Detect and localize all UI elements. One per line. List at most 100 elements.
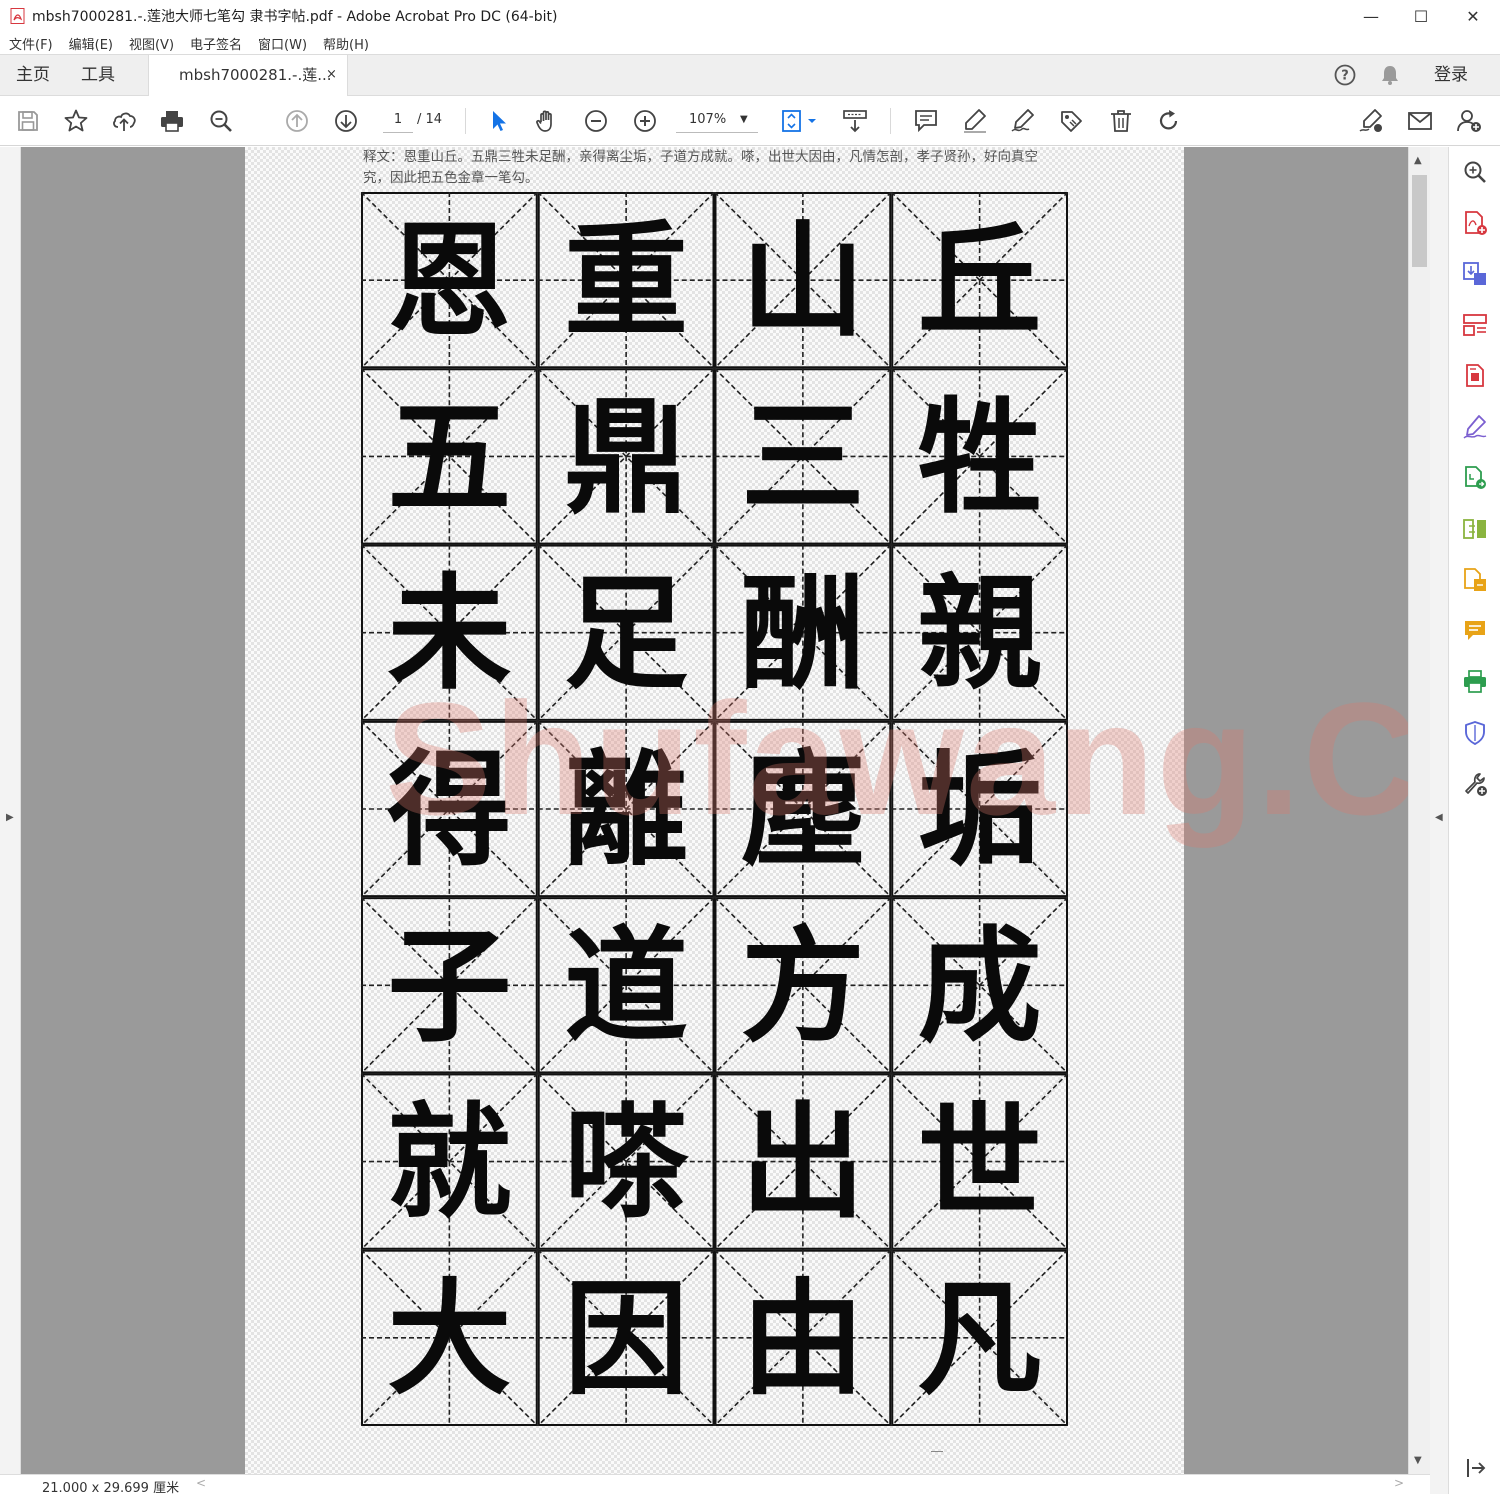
scroll-down-arrow-icon[interactable]: ▼ [1414,1455,1422,1466]
zoom-out-icon[interactable] [583,108,609,134]
grid-cell: 就 [361,1072,539,1251]
highlight-pen-icon[interactable] [962,108,988,134]
comment-tool-icon[interactable] [1462,618,1488,644]
document-viewport[interactable]: 释文：恩重山丘。五鼎三牲未足酬，亲得离尘垢，子道方成就。嗏，出世大因由，凡情怎剖… [21,147,1408,1474]
search-tool-icon[interactable] [1462,159,1488,185]
grid-cell: 子 [361,896,539,1074]
more-tools-icon[interactable] [1462,771,1488,797]
notification-bell-icon[interactable] [1379,64,1401,86]
protect-shield-icon[interactable] [1462,720,1488,746]
grid-character: 嗏 [564,1091,689,1236]
grid-cell: 大 [361,1249,539,1426]
svg-text:?: ? [1341,69,1349,84]
minimize-button[interactable]: — [1346,0,1396,32]
sign-pen-icon[interactable] [1010,108,1036,134]
grid-cell: 丘 [890,192,1068,369]
zoom-dropdown[interactable]: 107% ▼ [676,107,758,133]
fill-sign-icon[interactable] [1358,108,1384,134]
login-button[interactable]: 登录 [1434,55,1468,95]
left-panel-toggle[interactable]: ▶ [0,147,21,1474]
menu-edit[interactable]: 编辑(E) [69,34,113,53]
edit-pdf-icon[interactable] [1462,363,1488,389]
chevron-left-icon: ◀ [1435,812,1443,823]
comment-icon[interactable] [913,108,939,134]
window-title: mbsh7000281.-.莲池大师七笔勾 隶书字帖.pdf - Adobe A… [32,9,558,25]
close-tab-icon[interactable]: × [326,55,337,95]
save-icon[interactable] [15,108,41,134]
pdf-page: 释文：恩重山丘。五鼎三牲未足酬，亲得离尘垢，子道方成就。嗏，出世大因由，凡情怎剖… [245,147,1408,1474]
page-number-input[interactable]: 1 [383,107,413,133]
menu-help[interactable]: 帮助(H) [323,34,369,53]
grid-cell: 方 [713,896,892,1074]
zoom-value: 107% [689,112,727,127]
search-zoom-icon[interactable] [208,108,234,134]
request-signature-icon[interactable] [1462,414,1488,440]
grid-cell: 山 [713,192,892,369]
maximize-button[interactable]: ☐ [1396,0,1446,32]
scroll-left-arrow-icon[interactable]: < [196,1476,206,1490]
menu-window[interactable]: 窗口(W) [258,34,307,53]
menu-view[interactable]: 视图(V) [129,34,174,53]
stamp-tag-icon[interactable] [1058,108,1084,134]
right-panel-collapse[interactable]: ◀ [1430,147,1448,1494]
grid-cell: 道 [537,896,716,1074]
vertical-scrollbar[interactable]: ▲ ▼ [1408,147,1430,1474]
grid-character: 出 [741,1091,865,1236]
scrolling-mode-icon[interactable] [842,108,868,134]
scroll-right-arrow-icon[interactable]: > [1394,1476,1404,1490]
combine-files-icon[interactable] [1462,465,1488,491]
grid-character: 凡 [918,1267,1042,1412]
grid-cell: 牲 [890,367,1068,546]
grid-character: 山 [741,209,865,354]
menu-bar: 文件(F) 编辑(E) 视图(V) 电子签名 窗口(W) 帮助(H) [0,32,1500,54]
add-user-share-icon[interactable] [1456,108,1482,134]
grid-character: 重 [564,209,688,354]
grid-cell: 五 [361,367,539,546]
export-pdf-icon[interactable] [1462,261,1488,287]
page-fit-icon[interactable] [780,108,820,134]
document-tab-label: mbsh7000281.-.莲... [179,66,332,84]
delete-trash-icon[interactable] [1108,108,1134,134]
watermark: Shufawang.CN [385,669,1408,848]
main-toolbar: 1 / 14 107% ▼ [0,96,1500,146]
tab-document[interactable]: mbsh7000281.-.莲... × [148,55,348,96]
grid-character: 由 [741,1267,865,1412]
bookmark-star-icon[interactable] [63,108,89,134]
grid-character: 三 [741,385,865,530]
print-icon[interactable] [159,108,185,134]
email-icon[interactable] [1407,108,1433,134]
close-window-button[interactable]: ✕ [1448,0,1498,32]
menu-e-sign[interactable]: 电子签名 [190,34,242,53]
collapse-panel-icon[interactable] [1462,1455,1488,1481]
print-production-icon[interactable] [1462,669,1488,695]
previous-page-icon[interactable] [284,108,310,134]
grid-cell: 嗏 [537,1072,716,1251]
cloud-upload-icon[interactable] [111,108,137,134]
organize-pages-icon[interactable] [1462,312,1488,338]
tab-home[interactable]: 主页 [16,55,50,95]
tab-bar: 主页 工具 mbsh7000281.-.莲... × ? 登录 [0,54,1500,96]
tab-tools[interactable]: 工具 [81,55,115,95]
grid-character: 成 [918,914,1042,1059]
chevron-down-icon: ▼ [740,114,748,125]
caption-text: 释文：恩重山丘。五鼎三牲未足酬，亲得离尘垢，子道方成就。嗏，出世大因由，凡情怎剖… [363,149,1038,186]
scan-ocr-icon[interactable] [1462,567,1488,593]
next-page-icon[interactable] [333,108,359,134]
grid-character: 世 [918,1091,1042,1236]
grid-cell: 重 [537,192,716,369]
scroll-thumb[interactable] [1412,175,1427,267]
grid-character: 五 [387,385,511,530]
hand-tool-icon[interactable] [534,108,560,134]
scroll-up-arrow-icon[interactable]: ▲ [1414,155,1422,166]
compare-files-icon[interactable] [1462,516,1488,542]
minimize-icon: — [1363,6,1379,26]
create-pdf-icon[interactable] [1462,210,1488,236]
toolbar-divider [465,108,466,134]
zoom-in-icon[interactable] [632,108,658,134]
select-cursor-icon[interactable] [486,108,512,134]
grid-cell: 凡 [890,1249,1068,1426]
menu-file[interactable]: 文件(F) [9,34,53,53]
help-icon[interactable]: ? [1334,64,1356,86]
rotate-icon[interactable] [1156,108,1182,134]
status-bar: 21.000 x 29.699 厘米 < > [0,1474,1430,1494]
